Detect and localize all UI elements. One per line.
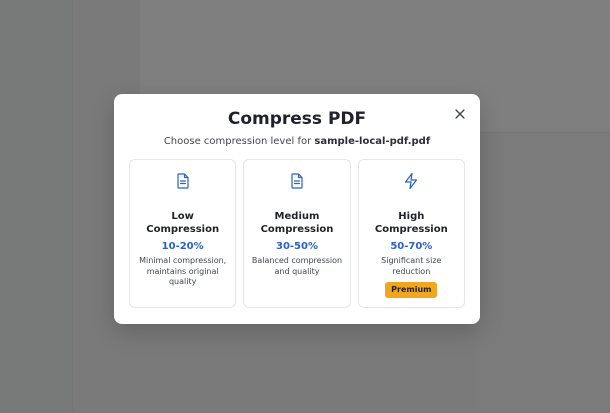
document-icon <box>177 173 189 189</box>
premium-badge: Premium <box>385 282 438 298</box>
option-range: 30-50% <box>275 241 318 252</box>
option-range: 50-70% <box>390 241 433 252</box>
document-icon <box>291 173 303 189</box>
lightning-icon <box>405 172 418 190</box>
option-name: Medium Compression <box>260 211 334 235</box>
option-description: Balanced compression and quality <box>251 256 343 276</box>
option-name: High Compression <box>374 211 448 235</box>
option-name: Low Compression <box>146 211 220 235</box>
compress-pdf-dialog: Compress PDF Choose compression level fo… <box>114 94 480 324</box>
subtitle-filename: sample-local-pdf.pdf <box>314 136 431 147</box>
option-high-compression[interactable]: High Compression 50-70% Significant size… <box>357 159 465 308</box>
dialog-subtitle: Choose compression level for sample-loca… <box>114 136 480 147</box>
dialog-title: Compress PDF <box>227 109 367 129</box>
compression-options: Low Compression 10-20% Minimal compressi… <box>129 159 465 309</box>
subtitle-prefix: Choose compression level for <box>163 136 312 147</box>
option-medium-compression[interactable]: Medium Compression 30-50% Balanced compr… <box>243 159 351 308</box>
option-low-compression[interactable]: Low Compression 10-20% Minimal compressi… <box>129 159 237 308</box>
option-description: Significant size reduction <box>381 256 442 276</box>
option-range: 10-20% <box>161 241 204 252</box>
option-description: Minimal compression, maintains original … <box>139 256 227 286</box>
